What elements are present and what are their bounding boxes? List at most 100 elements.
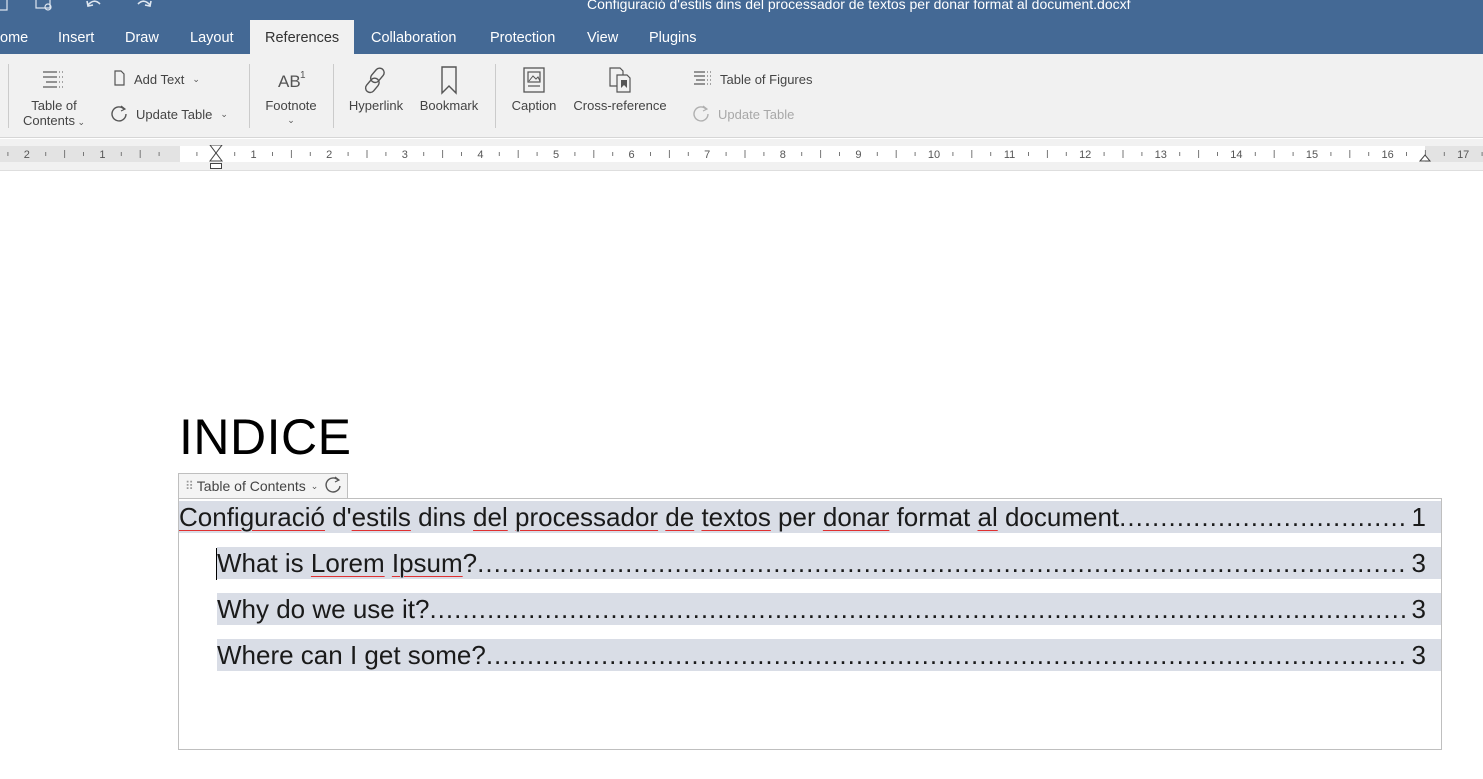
text-cursor xyxy=(216,548,217,580)
ruler-label: 6 xyxy=(629,149,635,161)
toc-entry[interactable]: Why do we use it? ......................… xyxy=(217,593,1441,625)
svg-text:AB: AB xyxy=(278,72,301,91)
footnote-label: Footnote xyxy=(265,98,317,113)
quick-print-icon[interactable] xyxy=(32,0,56,14)
toc-leader-dots: ........................................… xyxy=(429,593,1408,624)
toc-page-number: 1 xyxy=(1411,501,1426,532)
toc-entry[interactable]: Configuració d'estils dins del processad… xyxy=(179,501,1441,533)
bookmark-button[interactable]: Bookmark xyxy=(416,64,482,113)
refresh-icon[interactable] xyxy=(323,475,343,498)
toolbar-separator xyxy=(495,64,496,128)
left-indent-marker[interactable] xyxy=(210,163,222,169)
table-of-contents-icon xyxy=(40,64,68,96)
ruler-label: 4 xyxy=(477,149,483,161)
tab-insert[interactable]: Insert xyxy=(43,20,109,54)
toc-entry[interactable]: Where can I get some? ..................… xyxy=(217,639,1441,671)
ruler-label: 7 xyxy=(704,149,710,161)
add-text-button[interactable]: Add Text ⌄ xyxy=(112,70,200,89)
toc-page-number: 3 xyxy=(1411,593,1426,624)
document-title: Configuració d'estils dins del processad… xyxy=(587,0,1131,12)
ruler-label: 9 xyxy=(855,149,861,161)
undo-icon[interactable] xyxy=(84,0,104,14)
ruler-label: 1 xyxy=(99,149,105,161)
tab-draw[interactable]: Draw xyxy=(110,20,174,54)
svg-text:1: 1 xyxy=(300,70,306,81)
tab-home[interactable]: ome xyxy=(0,20,43,54)
table-of-figures-button[interactable]: Table of Figures xyxy=(692,70,813,89)
ruler-label: 14 xyxy=(1230,149,1242,161)
tab-collaboration[interactable]: Collaboration xyxy=(356,20,471,54)
toc-content-control-tag[interactable]: ⠿ Table of Contents ⌄ xyxy=(178,473,349,498)
chevron-down-icon: ⌄ xyxy=(192,74,200,84)
document-page[interactable]: INDICE ⠿ Table of Contents ⌄ Configuraci… xyxy=(0,172,1483,779)
cross-reference-button[interactable]: Cross-reference xyxy=(568,64,672,113)
refresh-icon xyxy=(692,104,710,125)
toc-page-number: 3 xyxy=(1411,547,1426,578)
tab-protection[interactable]: Protection xyxy=(475,20,570,54)
update-table-figures-label: Update Table xyxy=(718,107,795,122)
toolbar-separator xyxy=(333,64,334,128)
title-bar: Configuració d'estils dins del processad… xyxy=(0,0,1483,20)
chevron-down-icon: ⌄ xyxy=(287,115,295,125)
tab-layout[interactable]: Layout xyxy=(175,20,249,54)
drag-handle-icon[interactable]: ⠿ xyxy=(185,479,194,493)
toc-entry-text: Why do we use it? xyxy=(217,593,430,624)
ruler-label: 3 xyxy=(402,149,408,161)
caption-label: Caption xyxy=(511,98,557,113)
redo-icon[interactable] xyxy=(134,0,154,14)
toc-leader-dots: ........................................… xyxy=(477,547,1408,578)
tab-references[interactable]: References xyxy=(250,20,355,54)
ruler-label: 16 xyxy=(1381,149,1393,161)
horizontal-ruler[interactable]: 2 1 1 2 3 4 5 6 7 8 9 10 11 12 13 14 15 16 17 xyxy=(0,139,1483,171)
toolbar-separator xyxy=(249,64,250,128)
add-text-icon xyxy=(112,70,126,89)
ruler-label: 1 xyxy=(251,149,257,161)
ruler-scale: 2 1 1 2 3 4 5 6 7 8 9 10 11 12 13 14 15 16 17 xyxy=(0,145,1483,162)
chevron-down-icon[interactable]: ⌄ xyxy=(311,481,319,492)
toc-control-label: Table of Contents xyxy=(196,478,306,494)
link-icon xyxy=(361,64,391,96)
update-table-button[interactable]: Update Table ⌄ xyxy=(110,104,228,125)
table-of-contents-label-1: Table of xyxy=(31,98,77,113)
cross-reference-icon xyxy=(606,64,634,96)
table-of-figures-label: Table of Figures xyxy=(720,72,813,87)
ruler-label: 15 xyxy=(1306,149,1318,161)
ruler-label: 2 xyxy=(326,149,332,161)
tab-plugins[interactable]: Plugins xyxy=(634,20,712,54)
update-table-label: Update Table xyxy=(136,107,213,122)
toolbar-separator xyxy=(8,64,9,128)
toc-leader-dots: ........................................… xyxy=(485,639,1408,670)
document-heading: INDICE xyxy=(179,409,352,465)
ruler-label: 10 xyxy=(928,149,940,161)
footnote-button[interactable]: AB 1 Footnote ⌄ xyxy=(260,64,322,128)
caption-button[interactable]: Caption xyxy=(506,64,562,113)
toc-leader-dots: ........................................… xyxy=(1119,501,1408,532)
toc-entry[interactable]: What is Lorem Ipsum? ...................… xyxy=(217,547,1441,579)
refresh-icon xyxy=(110,104,128,125)
ruler-label: 5 xyxy=(553,149,559,161)
cross-reference-label: Cross-reference xyxy=(573,98,667,113)
toc-entry-text: Configuració d'estils dins del processad… xyxy=(179,501,1120,532)
chevron-down-icon: ⌄ xyxy=(220,109,228,119)
ribbon-tabs: ome Insert Draw Layout References Collab… xyxy=(0,20,1483,54)
toc-page-number: 3 xyxy=(1411,639,1426,670)
hyperlink-label: Hyperlink xyxy=(348,98,404,113)
update-table-figures-button[interactable]: Update Table xyxy=(692,104,794,125)
table-of-contents-button[interactable]: Table of Contents ⌄ xyxy=(18,64,90,130)
add-text-label: Add Text xyxy=(134,72,185,87)
tab-view[interactable]: View xyxy=(572,20,633,54)
hyperlink-button[interactable]: Hyperlink xyxy=(344,64,408,113)
toc-entry-text: What is Lorem Ipsum? xyxy=(217,547,478,578)
bookmark-label: Bookmark xyxy=(419,98,479,113)
footnote-icon: AB 1 xyxy=(276,64,306,96)
ruler-label: 2 xyxy=(24,149,30,161)
caption-icon xyxy=(522,64,546,96)
ruler-label: 13 xyxy=(1155,149,1167,161)
ruler-label: 12 xyxy=(1079,149,1091,161)
ruler-label: 11 xyxy=(1004,149,1015,161)
table-of-contents-label-2: Contents xyxy=(22,113,75,128)
ruler-label: 8 xyxy=(780,149,786,161)
bookmark-icon xyxy=(439,64,459,96)
references-toolbar: Table of Contents ⌄ Add Text ⌄ Update Ta… xyxy=(0,54,1483,138)
save-icon[interactable] xyxy=(0,0,8,14)
